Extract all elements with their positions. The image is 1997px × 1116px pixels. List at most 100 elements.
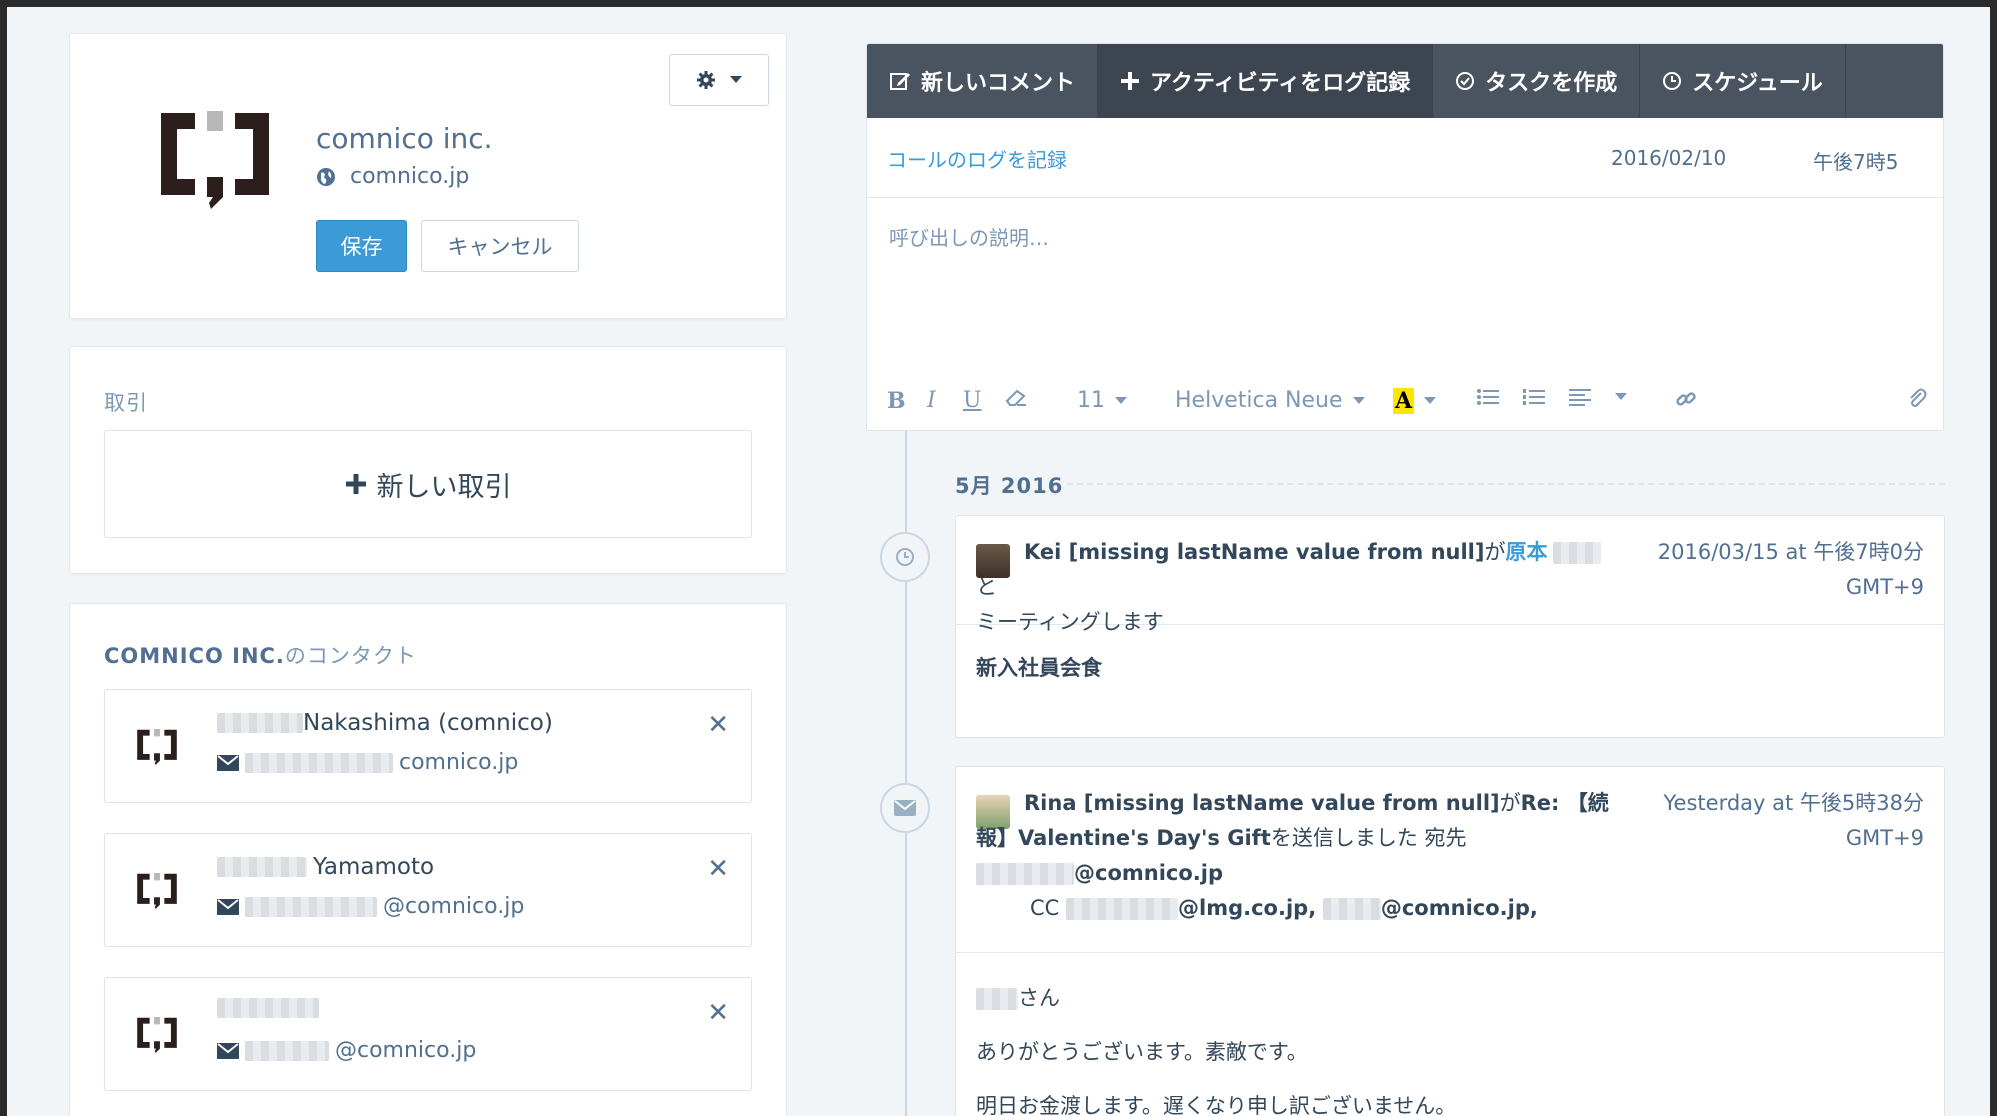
contact-email[interactable]: @comnico.jp [217,1038,476,1063]
align-select[interactable] [1569,388,1627,406]
tab-log-activity[interactable]: アクティビティをログ記録 [1098,44,1434,118]
envelope-icon [217,754,239,771]
contacts-title-suffix: のコンタクト [284,644,417,668]
edit-icon [890,73,910,90]
description-input[interactable]: 呼び出しの説明… [889,222,1049,251]
italic-icon[interactable]: I [927,388,936,413]
redacted-text [976,863,1074,885]
event-header: Rina [missing lastName value from null]が… [956,767,1944,953]
date-field[interactable]: 2016/02/10 [1611,146,1726,170]
company-name[interactable]: comnico inc. [316,122,493,155]
email-body-line: 明日お金渡します。遅くなり申し訳ございません。 [976,1094,1457,1116]
envelope-icon [217,1042,239,1059]
numbered-list-icon[interactable] [1523,388,1545,406]
meeting-clock-icon [880,532,930,582]
redacted-text [217,857,307,877]
company-domain[interactable]: comnico.jp [316,164,469,189]
company-card: comnico inc. comnico.jp 保存 キャンセル [69,33,787,319]
redacted-text [245,752,393,773]
event-description: Rina [missing lastName value from null]が… [976,786,1616,926]
log-call-link[interactable]: コールのログを記録 [887,144,1067,173]
timeline-event-meeting: Kei [missing lastName value from null]が原… [955,515,1945,738]
save-button[interactable]: 保存 [316,220,407,272]
caret-down-icon [1115,396,1127,404]
email-cc2: @comnico.jp, [1380,896,1538,920]
paperclip-icon[interactable] [1907,388,1927,410]
contact-name[interactable]: Yamamoto [217,854,434,880]
event-header: Kei [missing lastName value from null]が原… [956,516,1944,634]
contact-card[interactable]: Yamamoto @comnico.jp ✕ [104,833,752,947]
tab-label: タスクを作成 [1485,71,1618,96]
tab-new-comment[interactable]: 新しいコメント [867,44,1099,118]
event-action-tail: と [976,575,997,599]
envelope-icon [217,898,239,915]
new-deal-button[interactable]: 新しい取引 [104,430,752,538]
contact-email-text: @comnico.jp [335,1038,477,1063]
highlight-color-select[interactable]: A [1393,388,1437,414]
remove-contact-close-icon[interactable]: ✕ [707,854,729,884]
event-body: 新入社員会食 [976,656,1102,680]
email-body-line: ありがとうございます。素敵です。 [976,1040,1308,1064]
timeline-divider [1067,483,1945,485]
align-left-icon [1569,389,1591,406]
tab-label: 新しいコメント [921,71,1076,96]
tab-label: アクティビティをログ記録 [1150,71,1411,96]
time-field[interactable]: 午後7時5 [1813,146,1931,175]
eraser-icon[interactable] [1005,388,1027,406]
email-body: さん ありがとうございます。素敵です。 明日お金渡します。遅くなり申し訳ございま… [976,971,1456,1116]
event-timezone: GMT+9 [1845,826,1924,850]
event-target-link[interactable]: 原本 [1505,540,1547,564]
composer-meta-row: コールのログを記録 2016/02/10 午後7時5 [867,118,1943,198]
caret-down-icon [1352,396,1365,404]
timeline-month-label: 5月 2016 [955,474,1064,498]
font-size-select[interactable]: 11 [1077,388,1127,413]
link-icon[interactable] [1675,388,1697,410]
remove-contact-close-icon[interactable]: ✕ [707,998,729,1028]
contact-card[interactable]: Nakashima (comnico) comnico.jp ✕ [104,689,752,803]
font-family-select[interactable]: Helvetica Neue [1175,388,1365,413]
company-logo [155,105,275,215]
deals-card: 取引 新しい取引 [69,346,787,574]
bold-icon[interactable]: B [887,388,906,414]
email-subject-continued[interactable]: 報】Valentine's Day's Gift [976,826,1271,850]
redacted-text [976,988,1018,1010]
globe-icon [317,167,335,186]
contact-name-text: Nakashima (comnico) [303,710,553,736]
plus-icon [1121,72,1140,90]
event-particle: が [1499,791,1521,815]
contact-email[interactable]: comnico.jp [217,750,518,775]
contact-name-text: Yamamoto [313,854,435,880]
event-actor[interactable]: Rina [missing lastName value from null] [1024,791,1500,815]
redacted-text [217,713,303,733]
email-envelope-icon [880,783,930,833]
remove-contact-close-icon[interactable]: ✕ [707,710,729,740]
contact-name[interactable]: Nakashima (comnico) [217,710,553,736]
underline-icon[interactable]: U [963,388,982,413]
text-highlight-icon: A [1393,388,1415,414]
contacts-section-title: COMNICO INC.のコンタクト [104,640,417,670]
tab-schedule[interactable]: スケジュール [1640,44,1846,118]
contacts-title-company: COMNICO INC. [104,644,285,668]
new-deal-label: 新しい取引 [376,471,512,503]
event-actor[interactable]: Kei [missing lastName value from null] [1024,540,1484,564]
contact-email-text: @comnico.jp [383,894,525,919]
tab-label: スケジュール [1692,71,1823,96]
font-family-value: Helvetica Neue [1175,388,1343,413]
redacted-text [1066,898,1179,920]
contact-email-text: comnico.jp [399,750,519,775]
plus-icon [345,474,366,494]
event-description: Kei [missing lastName value from null]が原… [976,535,1616,640]
tab-create-task[interactable]: タスクを作成 [1433,44,1641,118]
bullet-list-icon[interactable] [1477,388,1499,406]
company-domain-text: comnico.jp [350,164,470,189]
font-size-value: 11 [1077,388,1105,413]
settings-dropdown-button[interactable] [669,54,769,106]
contact-email[interactable]: @comnico.jp [217,894,524,919]
contact-card[interactable]: @comnico.jp ✕ [104,977,752,1091]
redacted-text [1553,542,1602,564]
event-timestamp: Yesterday at 午後5時38分 GMT+9 [1664,786,1924,856]
email-subject[interactable]: Re: 【続 [1521,791,1609,815]
contact-name[interactable] [217,998,319,1018]
cancel-button[interactable]: キャンセル [421,220,579,272]
event-timezone: GMT+9 [1845,575,1924,599]
